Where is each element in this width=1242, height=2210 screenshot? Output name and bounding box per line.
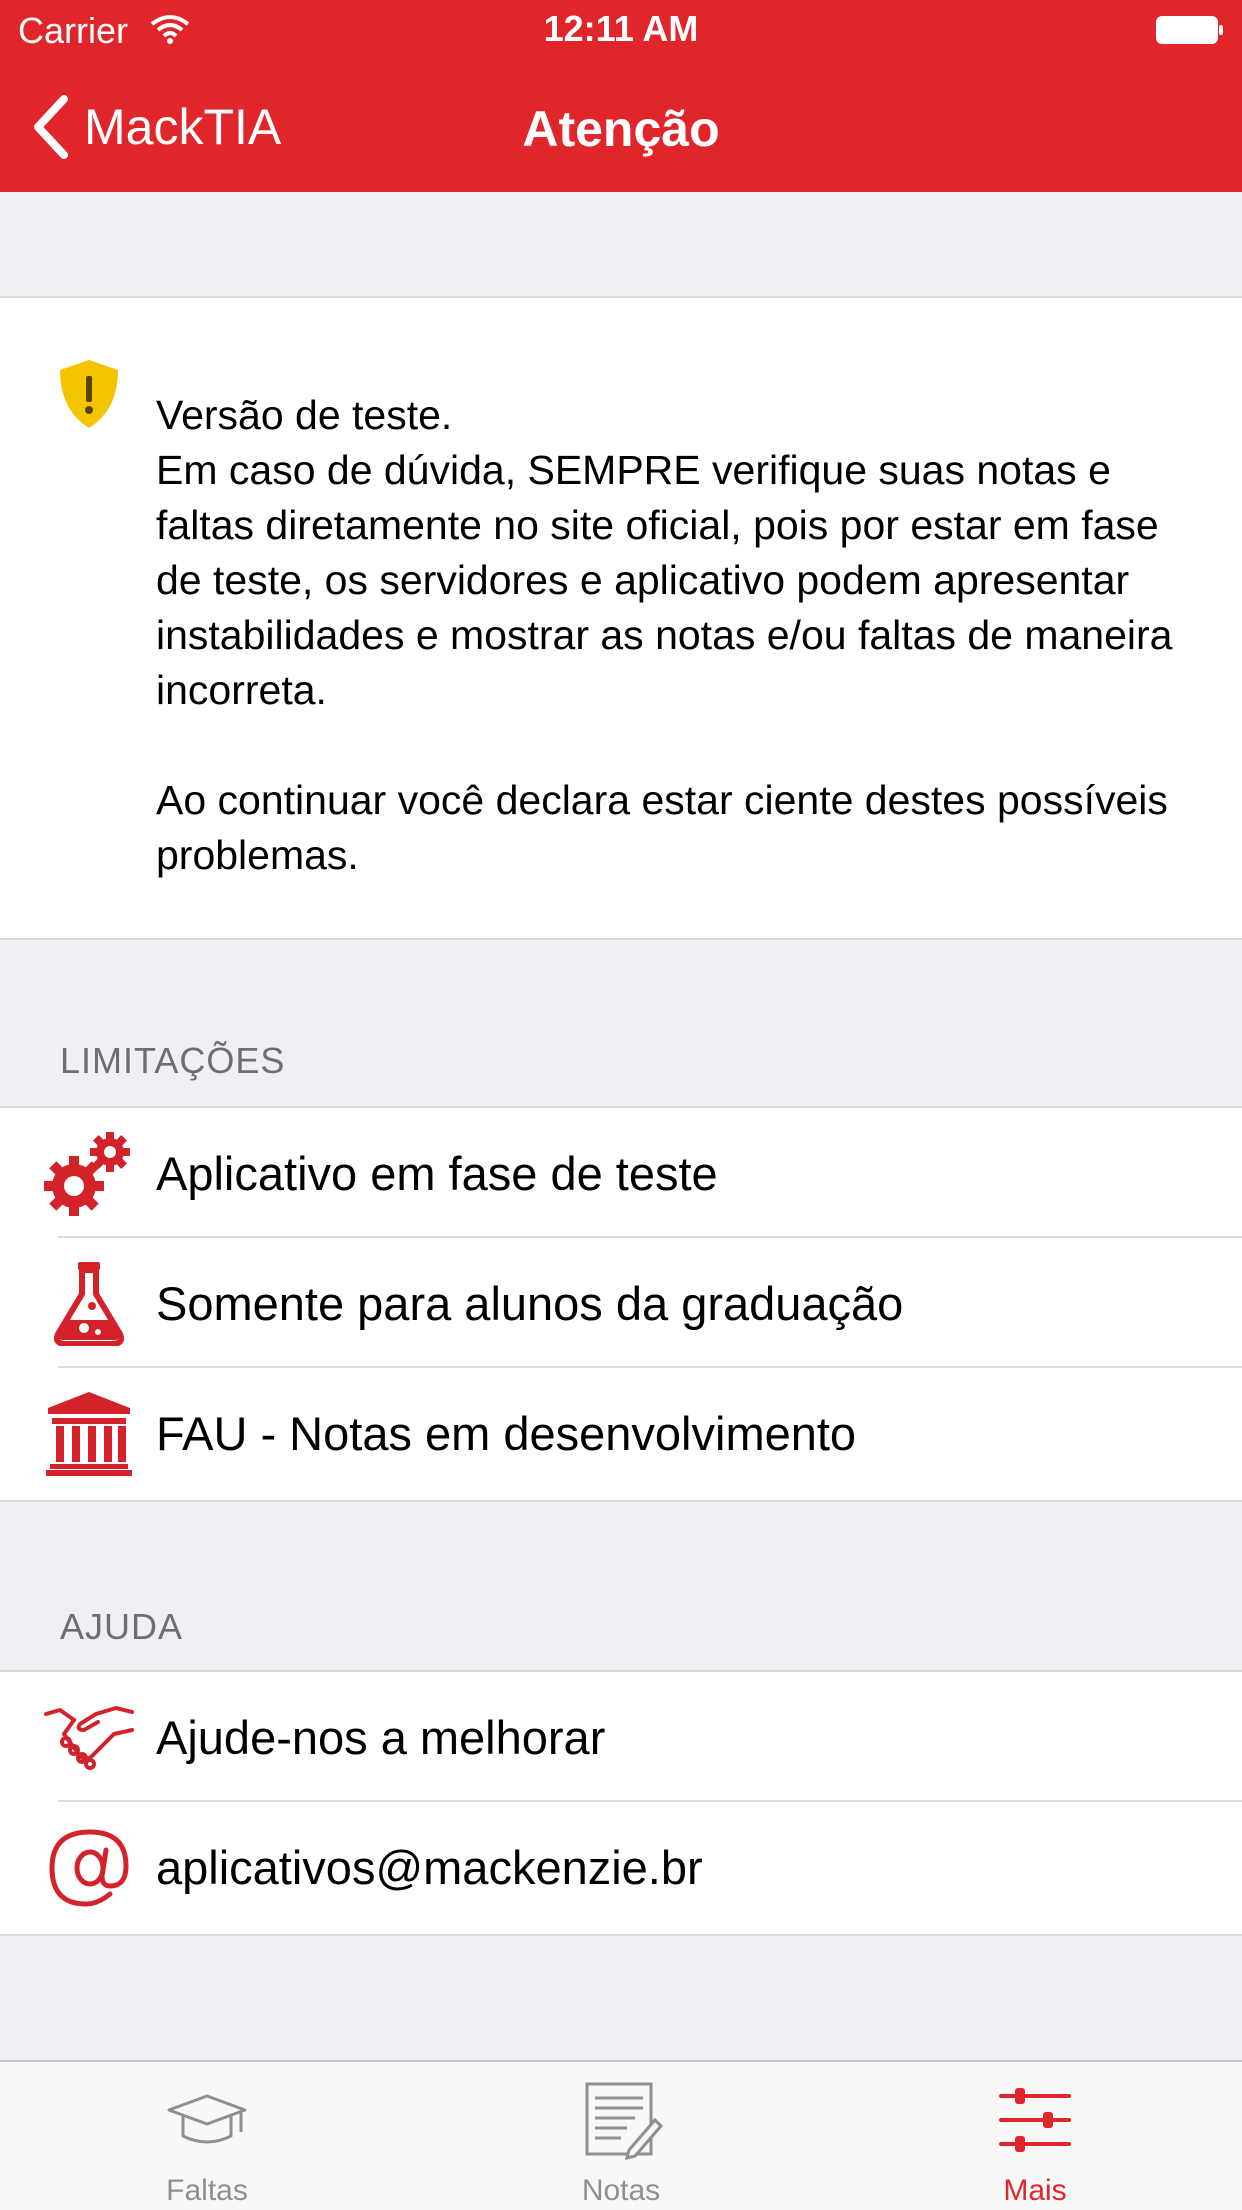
gears-icon [44,1132,130,1216]
tab-label: Faltas [166,2174,248,2207]
list-item-label: Ajude-nos a melhorar [156,1711,606,1764]
building-icon [46,1392,132,1476]
list-item-email[interactable]: aplicativos@mackenzie.br [0,1802,1242,1932]
tab-mais[interactable]: Mais [828,2062,1242,2210]
sliders-icon [999,2088,1071,2152]
tab-label: Mais [1003,2174,1067,2207]
notice-paragraph-2: Ao continuar você declara estar ciente d… [156,777,1168,878]
list-item-label: Aplicativo em fase de teste [156,1147,718,1200]
section-header-help: AJUDA [60,1606,184,1647]
handshake-icon [44,1706,134,1770]
notice-card: Versão de teste. Em caso de dúvida, SEMP… [0,296,1242,940]
list-item-label: FAU - Notas em desenvolvimento [156,1407,857,1460]
status-time: 12:11 AM [543,8,699,49]
section-header-limitations: LIMITAÇÕES [60,1040,286,1081]
tab-bar: Faltas Notas Mais [0,2060,1242,2210]
list-item-label: aplicativos@mackenzie.br [156,1841,703,1894]
status-bar: Carrier 12:11 AM [0,0,1242,62]
notice-line-1: Versão de teste. [156,392,453,438]
list-item-graduation-only[interactable]: Somente para alunos da graduação [0,1238,1242,1368]
at-icon [49,1829,129,1907]
notice-paragraph-1: Em caso de dúvida, SEMPRE verifique suas… [156,447,1173,713]
battery-icon [1156,16,1223,44]
list-item-label: Somente para alunos da graduação [156,1277,904,1330]
tab-notas[interactable]: Notas [414,2062,828,2210]
list-item-help-improve[interactable]: Ajude-nos a melhorar [0,1672,1242,1802]
tab-label: Notas [581,2174,661,2207]
warning-shield-icon [60,360,118,428]
tab-faltas[interactable]: Faltas [0,2062,414,2210]
graduation-cap-icon [167,2094,247,2144]
flask-icon [54,1262,124,1346]
list-item-fau-grades[interactable]: FAU - Notas em desenvolvimento [0,1368,1242,1498]
document-pencil-icon [585,2082,663,2160]
limitations-list: Aplicativo em fase de teste Somente para… [0,1106,1242,1502]
notice-text: Versão de teste. Em caso de dúvida, SEMP… [156,388,1206,883]
list-item-test-phase[interactable]: Aplicativo em fase de teste [0,1108,1242,1238]
navigation-bar: MackTIA Atenção [0,62,1242,192]
help-list: Ajude-nos a melhorar aplicativos@mackenz… [0,1670,1242,1936]
page-title: Atenção [522,101,720,157]
